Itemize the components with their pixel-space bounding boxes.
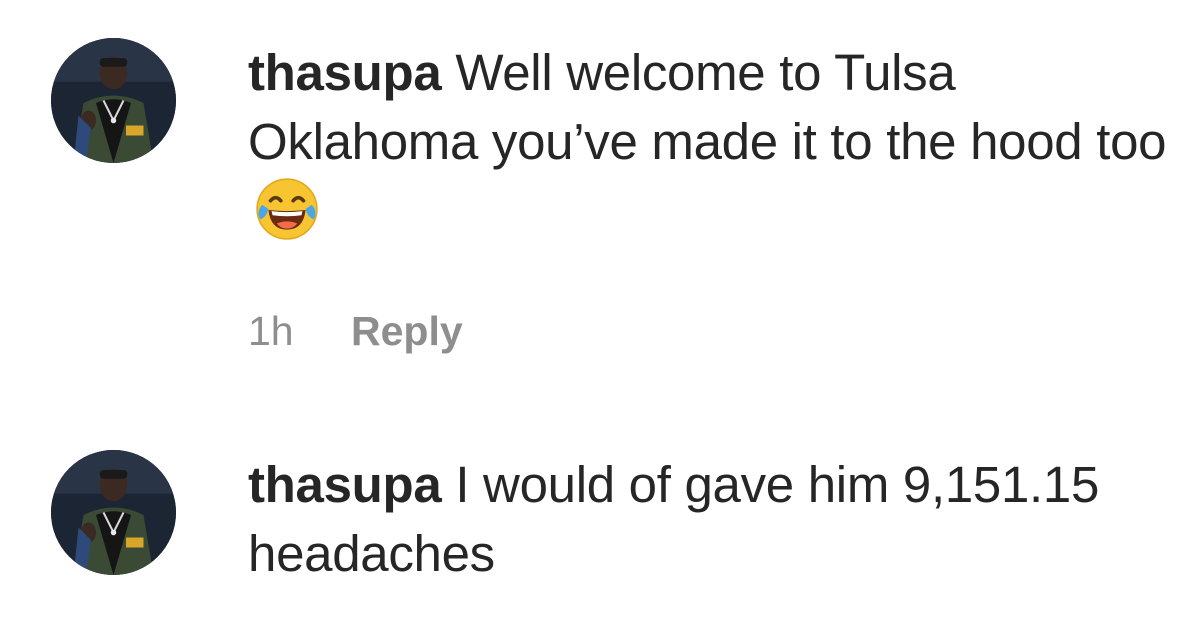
avatar-photo — [51, 38, 176, 163]
reply-button[interactable]: Reply — [351, 308, 463, 354]
username-link[interactable]: thasupa — [248, 44, 442, 101]
username-link[interactable]: thasupa — [248, 456, 442, 513]
comment-meta: 1h Reply — [248, 306, 463, 356]
avatar[interactable] — [51, 450, 176, 575]
comment-text: thasupa Well welcome to Tulsa Oklahoma y… — [248, 38, 1183, 245]
laughing-crying-emoji-icon — [254, 176, 320, 242]
timestamp: 1h — [248, 308, 294, 354]
comment-text: thasupa I would of gave him 9,151.15 hea… — [248, 450, 1183, 588]
avatar[interactable] — [51, 38, 176, 163]
avatar-photo — [51, 450, 176, 575]
